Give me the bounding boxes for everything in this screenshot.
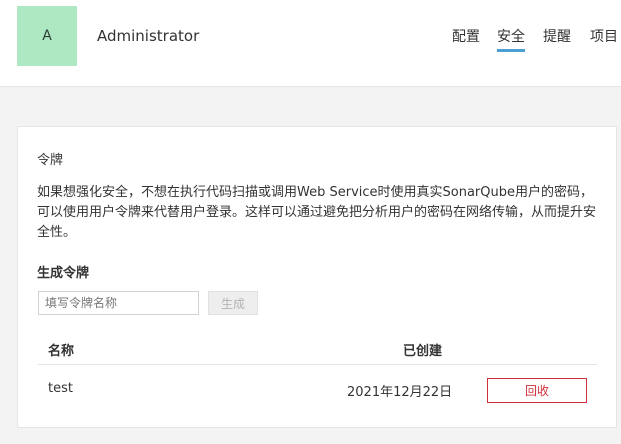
tab-security[interactable]: 安全	[497, 26, 525, 52]
revoke-button[interactable]: 回收	[487, 378, 587, 403]
panel-title: 令牌	[37, 153, 64, 168]
user-name: Administrator	[97, 27, 200, 45]
token-name-cell: test	[48, 381, 73, 396]
column-header-created: 已创建	[403, 344, 443, 359]
generate-token-title: 生成令牌	[37, 266, 90, 281]
avatar: A	[17, 6, 77, 66]
tab-settings[interactable]: 配置	[452, 26, 480, 49]
tokens-panel: 令牌 如果想强化安全，不想在执行代码扫描或调用Web Service时使用真实S…	[17, 126, 617, 428]
table-header-divider	[38, 364, 597, 365]
tab-projects[interactable]: 项目	[590, 26, 618, 49]
panel-description: 如果想强化安全，不想在执行代码扫描或调用Web Service时使用真实Sona…	[37, 185, 597, 240]
avatar-letter: A	[42, 28, 52, 44]
token-name-input[interactable]	[38, 291, 199, 315]
account-header: A Administrator 配置 安全 提醒 项目	[0, 0, 621, 87]
tab-notifications[interactable]: 提醒	[543, 26, 571, 49]
token-created-cell: 2021年12月22日	[347, 385, 453, 400]
column-header-name: 名称	[48, 344, 75, 359]
generate-button[interactable]: 生成	[208, 291, 258, 315]
